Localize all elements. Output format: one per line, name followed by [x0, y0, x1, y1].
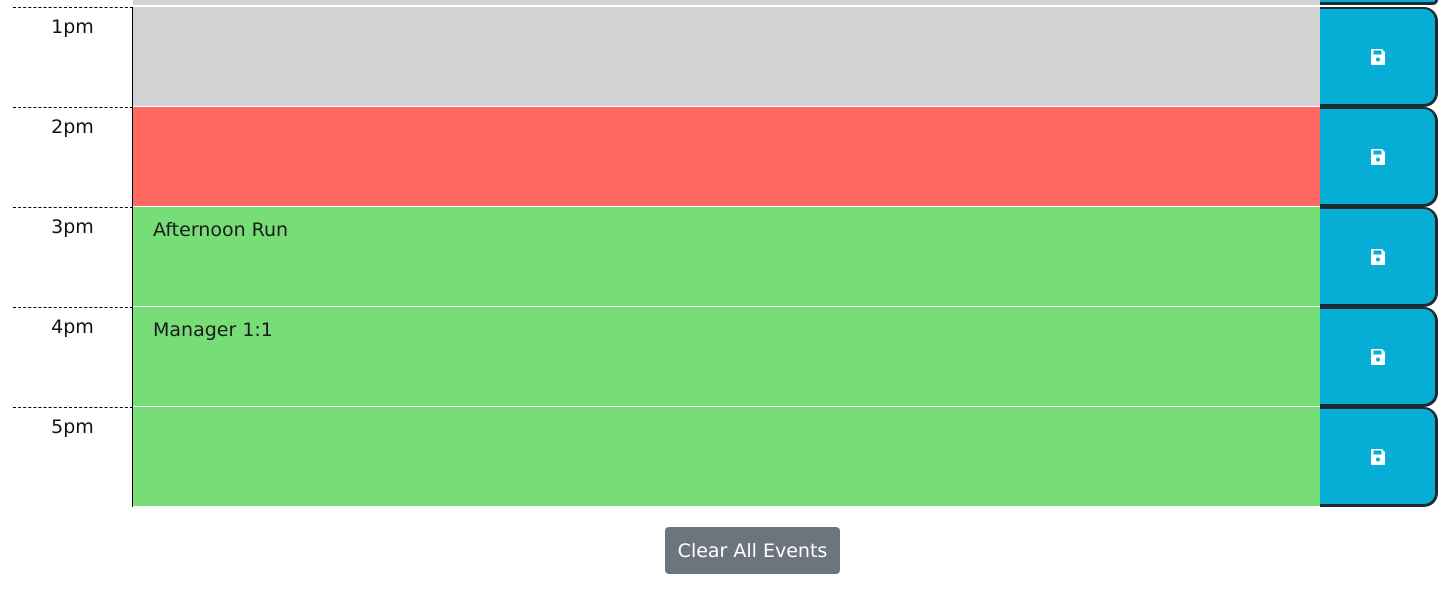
floppy-disk-icon: [1368, 47, 1388, 67]
previous-time-block-edge: [133, 0, 1320, 6]
time-block-5pm: 5pm: [13, 407, 1438, 507]
floppy-disk-icon: [1368, 447, 1388, 467]
time-block-list: 1pm 2pm 3pm Afternoon Run 4pm Manager 1:…: [13, 7, 1438, 507]
hour-label: 5pm: [13, 407, 133, 507]
hour-label: 3pm: [13, 207, 133, 307]
save-button[interactable]: [1320, 107, 1438, 207]
scheduler-page: 1pm 2pm 3pm Afternoon Run 4pm Manager 1:…: [0, 0, 1454, 592]
previous-save-button-edge[interactable]: [1320, 0, 1438, 5]
clear-all-events-button[interactable]: Clear All Events: [665, 527, 840, 574]
floppy-disk-icon: [1368, 347, 1388, 367]
save-button[interactable]: [1320, 407, 1438, 507]
time-block-1pm: 1pm: [13, 7, 1438, 107]
hour-label: 4pm: [13, 307, 133, 407]
time-block-3pm: 3pm Afternoon Run: [13, 207, 1438, 307]
event-description-input[interactable]: Manager 1:1: [133, 307, 1320, 407]
time-block-4pm: 4pm Manager 1:1: [13, 307, 1438, 407]
save-button[interactable]: [1320, 7, 1438, 107]
time-block-2pm: 2pm: [13, 107, 1438, 207]
save-button[interactable]: [1320, 207, 1438, 307]
hour-label: 2pm: [13, 107, 133, 207]
floppy-disk-icon: [1368, 247, 1388, 267]
event-description-input[interactable]: [133, 7, 1320, 107]
event-description-input[interactable]: [133, 407, 1320, 507]
hour-label: 1pm: [13, 7, 133, 107]
save-button[interactable]: [1320, 307, 1438, 407]
floppy-disk-icon: [1368, 147, 1388, 167]
event-description-input[interactable]: [133, 107, 1320, 207]
event-description-input[interactable]: Afternoon Run: [133, 207, 1320, 307]
